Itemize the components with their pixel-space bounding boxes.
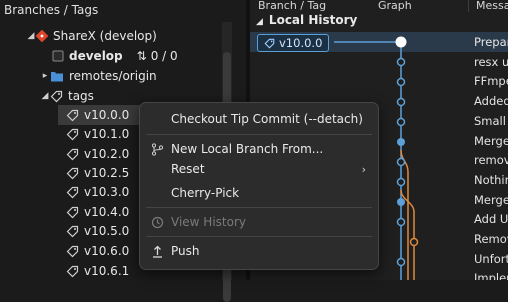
commit-node[interactable] [409, 237, 419, 247]
commit-message[interactable]: Prepar [474, 35, 508, 49]
ahead-behind-count: 0 / 0 [150, 49, 178, 63]
menu-item-label: Cherry-Pick [171, 186, 240, 200]
tag-label: v10.5.0 [84, 224, 130, 238]
menu-item-label: Reset [171, 162, 205, 176]
commit-message[interactable]: Added [474, 94, 508, 108]
tag-icon [50, 90, 63, 103]
tag-item[interactable]: v10.5.0 [66, 221, 129, 241]
commit-node[interactable] [396, 177, 406, 187]
commit-node[interactable] [396, 157, 406, 167]
menu-separator [146, 207, 372, 208]
tag-label: v10.4.0 [84, 205, 130, 219]
tag-icon [66, 109, 79, 122]
repo-label: ShareX (develop) [53, 29, 157, 43]
commit-node[interactable] [396, 97, 406, 107]
collapse-arrow-icon[interactable]: ▸ [40, 71, 50, 81]
tag-label: v10.0.0 [84, 108, 130, 122]
menu-item-push[interactable]: Push [140, 239, 378, 263]
push-icon [150, 244, 164, 258]
menu-item-cherry-pick[interactable]: Cherry-Pick [140, 181, 378, 205]
commit-message[interactable]: Unfort [474, 252, 508, 266]
tag-item[interactable]: v10.2.5 [66, 163, 129, 183]
panel-title: Branches / Tags [4, 3, 99, 17]
tag-icon [66, 186, 79, 199]
tag-label: v10.2.0 [84, 147, 130, 161]
tag-item[interactable]: v10.6.1 [66, 261, 129, 281]
tags-label: tags [68, 89, 94, 103]
tag-item[interactable]: v10.1.0 [66, 124, 129, 144]
tag-icon [66, 265, 79, 278]
menu-item-label: View History [171, 215, 246, 229]
commit-node[interactable] [396, 57, 406, 67]
commit-node[interactable] [396, 257, 406, 267]
commit-message[interactable]: Merge [474, 134, 508, 148]
tree-item-remotes[interactable]: ▸ remotes/origin [40, 66, 157, 86]
commit-message[interactable]: remov [474, 153, 508, 167]
menu-item-view-history[interactable]: View History [140, 210, 378, 234]
tag-icon [66, 225, 79, 238]
tag-item[interactable]: v10.4.0 [66, 202, 129, 222]
tag-icon [66, 128, 79, 141]
menu-separator [146, 236, 372, 237]
tag-item[interactable]: v10.6.0 [66, 241, 129, 261]
tag-label: v10.6.1 [84, 264, 130, 278]
tag-icon [66, 245, 79, 258]
commit-node[interactable] [396, 117, 406, 127]
tag-label: v10.6.0 [84, 244, 130, 258]
submenu-chevron-icon: › [361, 162, 366, 176]
commit-message[interactable]: Small c [474, 114, 508, 128]
menu-item-reset[interactable]: Reset › [140, 157, 378, 181]
tag-item[interactable]: v10.3.0 [66, 182, 129, 202]
commit-node[interactable] [396, 217, 406, 227]
commit-node[interactable] [395, 36, 407, 48]
context-menu: Checkout Tip Commit (--detach) New Local… [139, 102, 379, 270]
menu-item-label: Push [171, 244, 200, 258]
remotes-label: remotes/origin [69, 69, 157, 83]
commit-message[interactable]: Nothin [474, 173, 508, 187]
tree-item-tags[interactable]: ◢ tags [40, 86, 94, 106]
tag-icon [66, 206, 79, 219]
commit-message[interactable]: FFmpe [474, 74, 508, 88]
commit-message[interactable]: Remov [474, 232, 508, 246]
tag-label: v10.1.0 [84, 127, 130, 141]
branch-label: develop [69, 49, 123, 63]
menu-item-label: Checkout Tip Commit (--detach) [171, 112, 363, 126]
branch-checked-out-icon [52, 50, 64, 62]
git-repo-icon [36, 30, 48, 42]
tag-icon [66, 148, 79, 161]
history-icon [150, 215, 164, 229]
commit-message[interactable]: Add U [474, 212, 508, 226]
tag-icon [66, 167, 79, 180]
remote-folder-icon [50, 70, 64, 82]
expand-arrow-icon[interactable]: ◢ [40, 91, 50, 101]
tag-label: v10.2.5 [84, 166, 130, 180]
commit-message[interactable]: resx up [474, 55, 508, 69]
tree-item-develop[interactable]: develop ⇅ 0 / 0 [52, 46, 178, 66]
menu-item-label: New Local Branch From... [171, 142, 324, 156]
ahead-behind-icon: ⇅ [136, 49, 147, 63]
commit-message[interactable]: Merge [474, 193, 508, 207]
tag-item[interactable]: v10.2.0 [66, 144, 129, 164]
tree-item-repo[interactable]: ◢ ShareX (develop) [26, 26, 157, 46]
commit-node[interactable] [396, 77, 406, 87]
merge-commit-node[interactable] [397, 198, 405, 206]
branch-icon [150, 142, 164, 156]
commit-message[interactable]: Implen [474, 271, 508, 280]
tag-label: v10.3.0 [84, 185, 130, 199]
expand-arrow-icon[interactable]: ◢ [26, 31, 36, 41]
merge-commit-node[interactable] [397, 138, 405, 146]
menu-separator [146, 134, 372, 135]
menu-item-checkout-tip[interactable]: Checkout Tip Commit (--detach) [140, 107, 378, 131]
